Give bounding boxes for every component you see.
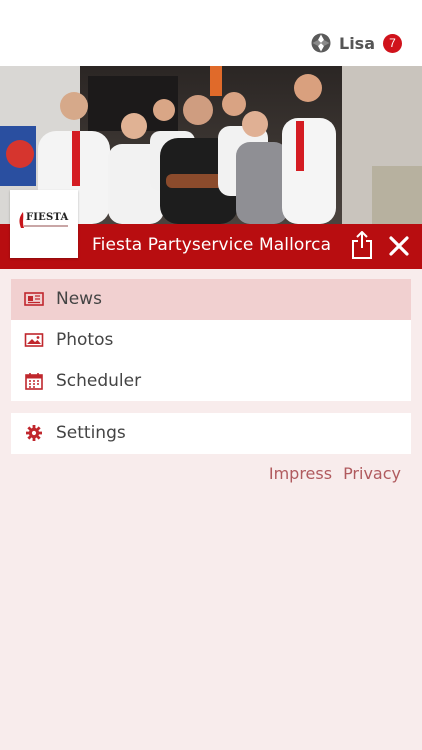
menu-item-label: News bbox=[56, 289, 102, 309]
app-title: Fiesta Partyservice Mallorca bbox=[92, 235, 332, 255]
menu-item-label: Scheduler bbox=[56, 371, 142, 391]
user-account-button[interactable]: Lisa 7 bbox=[311, 31, 402, 55]
menu-item-scheduler[interactable]: Scheduler bbox=[11, 361, 411, 402]
privacy-link[interactable]: Privacy bbox=[343, 464, 401, 483]
share-icon[interactable] bbox=[351, 231, 373, 259]
menu-item-photos[interactable]: Photos bbox=[11, 320, 411, 361]
footer-links: Impress Privacy bbox=[269, 464, 401, 483]
notification-badge: 7 bbox=[383, 33, 402, 53]
calendar-icon bbox=[25, 373, 43, 390]
newspaper-icon bbox=[24, 292, 44, 306]
gear-icon bbox=[26, 425, 42, 441]
user-name: Lisa bbox=[339, 33, 375, 53]
impress-link[interactable]: Impress bbox=[269, 464, 332, 483]
image-icon bbox=[24, 333, 44, 347]
menu-item-label: Photos bbox=[56, 330, 114, 350]
top-bar: Lisa 7 bbox=[0, 0, 422, 66]
menu-item-news[interactable]: News bbox=[11, 279, 411, 320]
app-logo-icon bbox=[311, 33, 331, 53]
logo-text: FIESTA bbox=[26, 212, 69, 223]
brand-logo: FIESTA bbox=[10, 190, 78, 258]
menu-item-settings[interactable]: Settings bbox=[11, 413, 411, 454]
close-icon[interactable] bbox=[387, 234, 411, 258]
main-menu: News Photos Scheduler bbox=[11, 279, 411, 401]
logo-tagline-line bbox=[24, 225, 68, 227]
menu-item-label: Settings bbox=[56, 423, 126, 443]
settings-menu: Settings bbox=[11, 413, 411, 454]
